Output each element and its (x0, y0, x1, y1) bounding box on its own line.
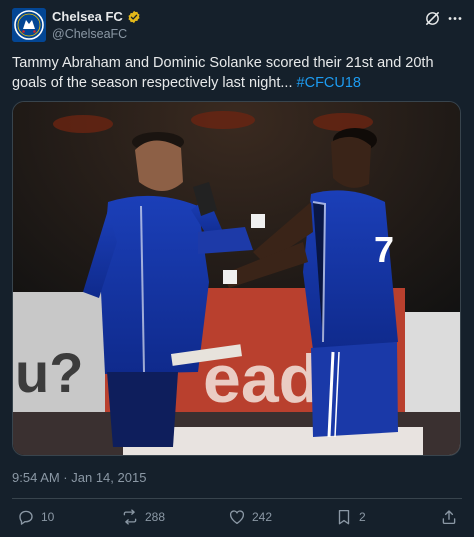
tweet-body: Tammy Abraham and Dominic Solanke scored… (12, 55, 434, 91)
divider (12, 498, 462, 499)
photo-players-celebrating: u? ead 7 (13, 102, 460, 455)
heart-icon (229, 510, 245, 525)
reply-count: 10 (41, 510, 55, 524)
like-count: 242 (252, 510, 273, 524)
share-button[interactable] (440, 508, 458, 526)
repost-count: 288 (145, 510, 166, 524)
repost-icon (123, 509, 137, 525)
bookmark-icon (338, 509, 350, 525)
bookmark-button[interactable]: 2 (335, 508, 366, 526)
like-button[interactable]: 242 (228, 508, 272, 526)
handle[interactable]: @ChelseaFC (52, 27, 127, 41)
hashtag-link[interactable]: #CFCU18 (297, 75, 361, 91)
svg-text:u?: u? (15, 341, 83, 404)
tweet-text: Tammy Abraham and Dominic Solanke scored… (12, 53, 462, 93)
share-icon (442, 510, 456, 525)
tweet-photo[interactable]: u? ead 7 (12, 101, 461, 456)
timestamp[interactable]: 9:54 AM · Jan 14, 2015 (12, 470, 146, 485)
reply-button[interactable]: 10 (17, 508, 54, 526)
bookmark-count: 2 (359, 510, 366, 524)
reply-icon (19, 510, 33, 525)
tweet-card: Chelsea FC @ChelseaFC Tammy Abraham and … (0, 0, 474, 537)
chelsea-crest-icon (12, 8, 46, 42)
verified-badge-icon (128, 10, 140, 23)
grok-icon[interactable] (424, 10, 441, 27)
display-name[interactable]: Chelsea FC (52, 9, 123, 24)
jersey-number: 7 (374, 229, 394, 270)
avatar[interactable] (12, 8, 46, 42)
repost-button[interactable]: 288 (121, 508, 165, 526)
more-icon[interactable] (446, 10, 464, 27)
name-row: Chelsea FC (52, 9, 141, 24)
